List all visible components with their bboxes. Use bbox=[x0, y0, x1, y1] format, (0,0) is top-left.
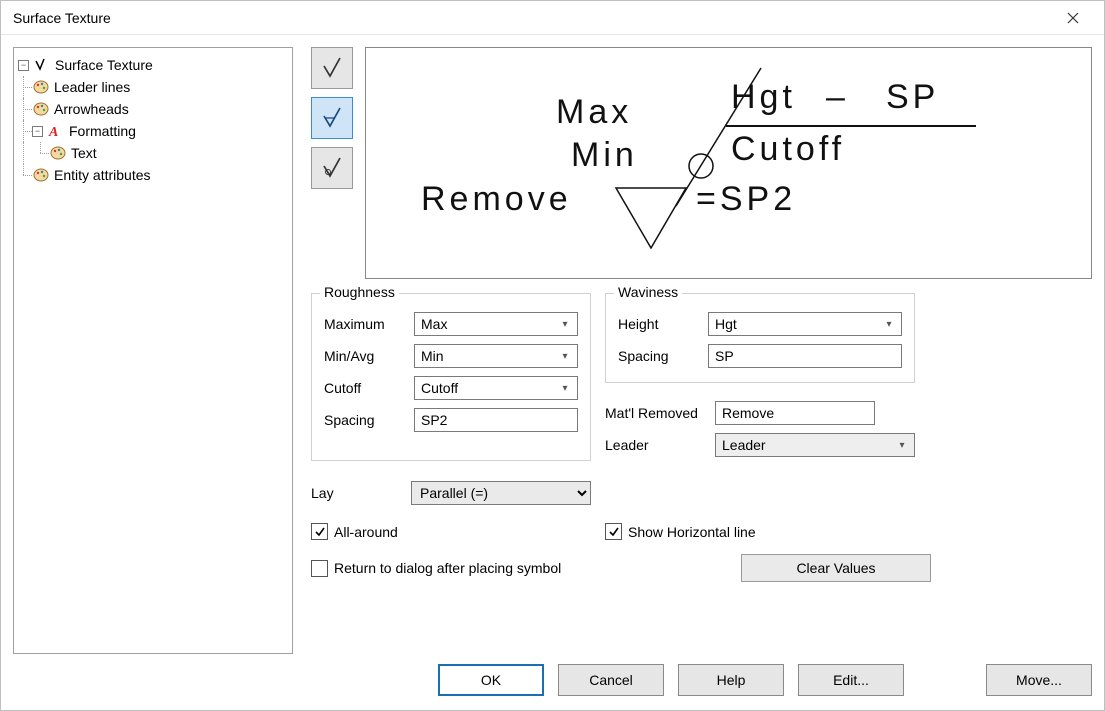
tree-item-label: Entity attributes bbox=[54, 167, 151, 183]
preview-svg bbox=[366, 48, 1066, 278]
palette-icon bbox=[49, 144, 67, 162]
formatting-icon: A bbox=[47, 122, 65, 140]
checkmark-icon bbox=[314, 526, 326, 538]
minavg-label: Min/Avg bbox=[324, 348, 414, 364]
preview-hgt: Hgt bbox=[731, 78, 796, 117]
chevron-down-icon: ▾ bbox=[557, 377, 573, 399]
ok-button[interactable]: OK bbox=[438, 664, 544, 696]
spacing-label: Spacing bbox=[324, 412, 414, 428]
content-area: − Surface Texture Leader lines Arrowhead… bbox=[1, 35, 1104, 654]
right-panel: Max Min Remove Hgt – SP Cutoff =SP2 Roug… bbox=[311, 47, 1092, 654]
palette-icon bbox=[32, 100, 50, 118]
collapse-icon[interactable]: − bbox=[32, 126, 43, 137]
cancel-button[interactable]: Cancel bbox=[558, 664, 664, 696]
chevron-down-icon: ▾ bbox=[557, 345, 573, 367]
dialog-buttons: OK Cancel Help Edit... Move... bbox=[1, 654, 1104, 710]
max-label: Maximum bbox=[324, 316, 414, 332]
tree-item-arrowheads[interactable]: Arrowheads bbox=[18, 98, 288, 120]
tree-root-label: Surface Texture bbox=[55, 57, 153, 73]
preview-sp2: =SP2 bbox=[696, 180, 796, 219]
surface-texture-icon bbox=[33, 56, 51, 74]
tree-item-label: Formatting bbox=[69, 123, 136, 139]
return-to-dialog-checkbox[interactable] bbox=[311, 560, 328, 577]
roughness-group: Roughness Maximum Max ▾ Min/Avg Min ▾ bbox=[311, 293, 591, 461]
close-button[interactable] bbox=[1050, 2, 1096, 34]
tree-item-text[interactable]: Text bbox=[18, 142, 288, 164]
collapse-icon[interactable]: − bbox=[18, 60, 29, 71]
preview-sp: SP bbox=[886, 78, 939, 117]
matl-removed-label: Mat'l Removed bbox=[605, 405, 715, 421]
symbol-preview: Max Min Remove Hgt – SP Cutoff =SP2 bbox=[365, 47, 1092, 279]
preview-cutoff: Cutoff bbox=[731, 130, 845, 169]
tree-item-formatting[interactable]: − A Formatting bbox=[18, 120, 288, 142]
svg-text:A: A bbox=[48, 125, 58, 139]
titlebar: Surface Texture bbox=[1, 1, 1104, 35]
height-label: Height bbox=[618, 316, 708, 332]
preview-row: Max Min Remove Hgt – SP Cutoff =SP2 bbox=[311, 47, 1092, 279]
checkmark-icon bbox=[608, 526, 620, 538]
height-combobox[interactable]: Hgt ▾ bbox=[708, 312, 902, 336]
move-button[interactable]: Move... bbox=[986, 664, 1092, 696]
leader-label: Leader bbox=[605, 437, 715, 453]
tree-item-label: Text bbox=[71, 145, 97, 161]
palette-icon bbox=[32, 78, 50, 96]
preview-max: Max bbox=[556, 93, 632, 132]
max-combobox[interactable]: Max ▾ bbox=[414, 312, 578, 336]
waviness-group: Waviness Height Hgt ▾ Spacing SP bbox=[605, 293, 915, 383]
all-around-label: All-around bbox=[334, 524, 398, 540]
tree-item-entity-attributes[interactable]: Entity attributes bbox=[18, 164, 288, 186]
group-row: Roughness Maximum Max ▾ Min/Avg Min ▾ bbox=[311, 293, 1092, 461]
help-button[interactable]: Help bbox=[678, 664, 784, 696]
palette-icon bbox=[32, 166, 50, 184]
dialog-window: Surface Texture − Surface Texture Leader… bbox=[0, 0, 1105, 711]
minavg-combobox[interactable]: Min ▾ bbox=[414, 344, 578, 368]
check-basic-icon bbox=[320, 56, 344, 80]
symbol-basic-button[interactable] bbox=[311, 47, 353, 89]
chevron-down-icon: ▾ bbox=[557, 313, 573, 335]
leader-dropdown[interactable]: Leader ▾ bbox=[715, 433, 915, 457]
checkbox-row: All-around Show Horizontal line bbox=[311, 523, 1092, 540]
symbol-material-removal-button[interactable] bbox=[311, 97, 353, 139]
cutoff-combobox[interactable]: Cutoff ▾ bbox=[414, 376, 578, 400]
preview-min: Min bbox=[571, 136, 638, 175]
matl-removed-input[interactable]: Remove bbox=[715, 401, 875, 425]
chevron-down-icon: ▾ bbox=[881, 313, 897, 335]
edit-button[interactable]: Edit... bbox=[798, 664, 904, 696]
chevron-down-icon: ▾ bbox=[894, 434, 910, 456]
tree-root[interactable]: − Surface Texture bbox=[18, 54, 288, 76]
show-horizontal-checkbox[interactable] bbox=[605, 523, 622, 540]
clear-values-button[interactable]: Clear Values bbox=[741, 554, 931, 582]
waviness-spacing-input[interactable]: SP bbox=[708, 344, 902, 368]
roughness-legend: Roughness bbox=[320, 284, 399, 300]
roughness-spacing-input[interactable]: SP2 bbox=[414, 408, 578, 432]
lay-label: Lay bbox=[311, 485, 411, 501]
check-open-icon bbox=[320, 106, 344, 130]
waviness-legend: Waviness bbox=[614, 284, 682, 300]
return-clear-row: Return to dialog after placing symbol Cl… bbox=[311, 554, 1092, 582]
show-horizontal-label: Show Horizontal line bbox=[628, 524, 756, 540]
preview-remove: Remove bbox=[421, 180, 572, 219]
preview-dash: – bbox=[826, 78, 849, 117]
tree-panel: − Surface Texture Leader lines Arrowhead… bbox=[13, 47, 293, 654]
all-around-checkbox[interactable] bbox=[311, 523, 328, 540]
waviness-spacing-label: Spacing bbox=[618, 348, 708, 364]
check-circle-icon bbox=[320, 156, 344, 180]
cutoff-label: Cutoff bbox=[324, 380, 414, 396]
return-to-dialog-label: Return to dialog after placing symbol bbox=[334, 560, 561, 576]
lay-dropdown[interactable]: Parallel (=) bbox=[411, 481, 591, 505]
tree-item-leader-lines[interactable]: Leader lines bbox=[18, 76, 288, 98]
tree-item-label: Leader lines bbox=[54, 79, 130, 95]
close-icon bbox=[1067, 12, 1079, 24]
tree-item-label: Arrowheads bbox=[54, 101, 129, 117]
symbol-no-removal-button[interactable] bbox=[311, 147, 353, 189]
symbol-toolbar bbox=[311, 47, 357, 279]
window-title: Surface Texture bbox=[13, 10, 1050, 26]
